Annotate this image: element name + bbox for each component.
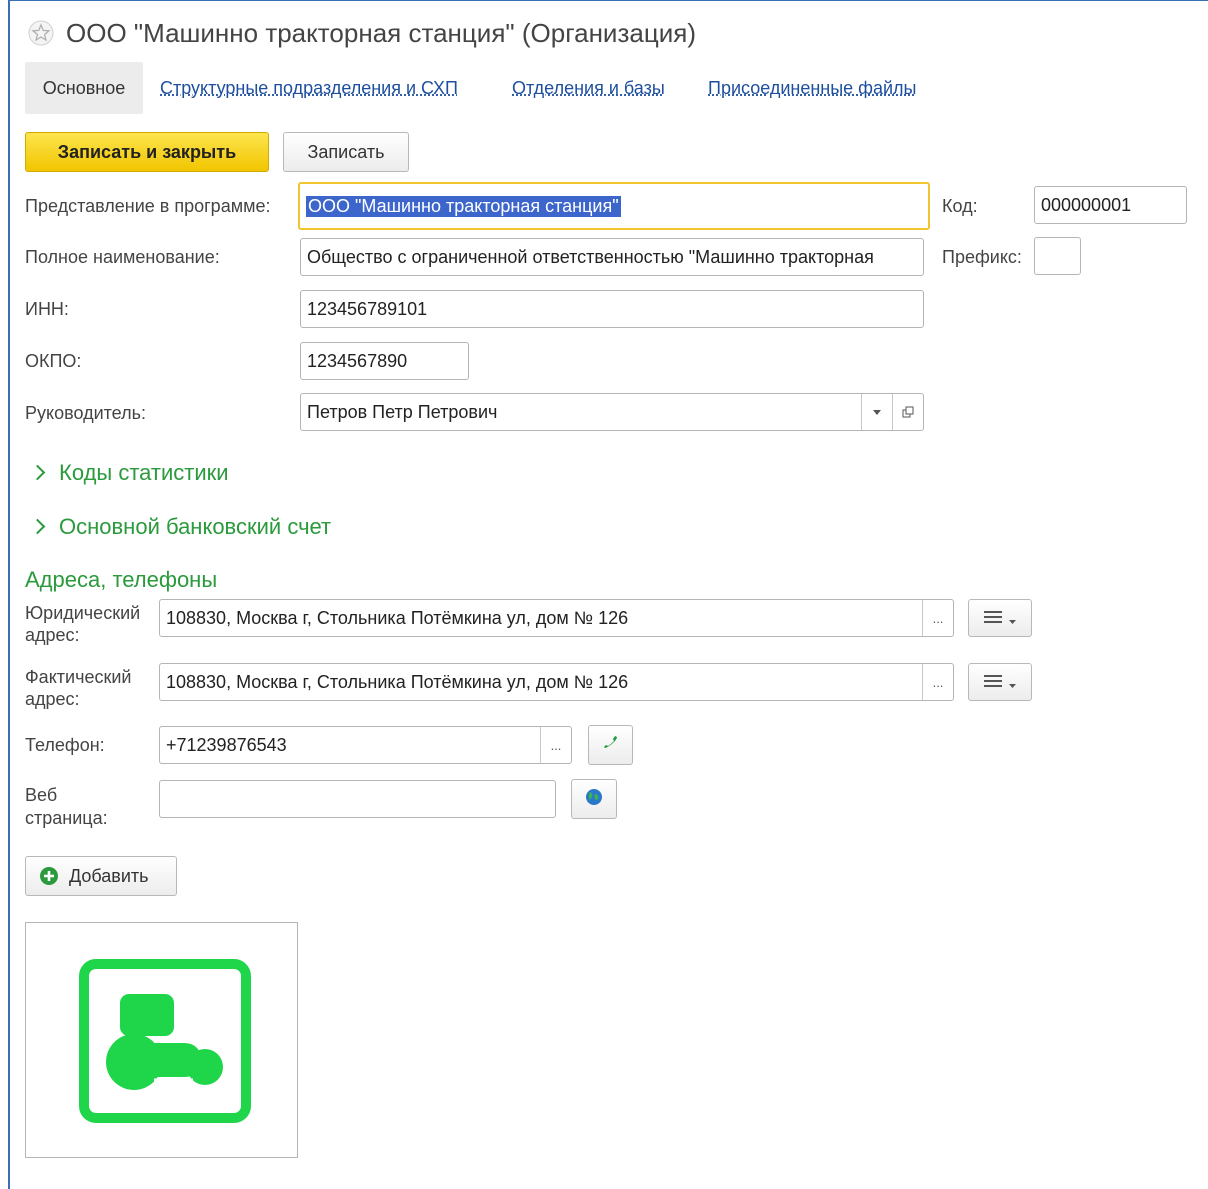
chevron-right-icon: [29, 464, 46, 481]
menu-lines-icon: [984, 608, 1002, 629]
full-name-input[interactable]: Общество с ограниченной ответственностью…: [300, 238, 924, 276]
prefix-input[interactable]: [1034, 237, 1081, 275]
inn-label: ИНН:: [25, 299, 69, 319]
tab-attached-files[interactable]: Присоединенные файлы: [708, 78, 917, 99]
save-button[interactable]: Записать: [283, 132, 409, 172]
stat-codes-title: Коды статистики: [59, 460, 229, 485]
window-frame-left: [8, 0, 10, 1189]
plus-circle-icon: [39, 866, 59, 886]
okpo-input[interactable]: 1234567890: [300, 342, 469, 380]
open-icon[interactable]: [892, 394, 923, 430]
code-label: Код:: [942, 196, 978, 216]
chevron-right-icon: [29, 518, 46, 535]
web-page-label-line1: Веб: [25, 785, 58, 805]
menu-lines-icon: [984, 672, 1002, 693]
window-frame-top: [8, 0, 1208, 1]
prefix-label: Префикс:: [942, 247, 1022, 267]
add-contact-button[interactable]: Добавить: [25, 856, 177, 896]
inn-input[interactable]: 123456789101: [300, 290, 924, 328]
favorite-star-icon[interactable]: [28, 20, 54, 46]
call-button[interactable]: [588, 725, 633, 765]
actual-address-label: Фактический адрес:: [25, 666, 131, 710]
save-and-close-button[interactable]: Записать и закрыть: [25, 132, 269, 172]
add-contact-label: Добавить: [69, 865, 149, 886]
stat-codes-section[interactable]: Коды статистики: [29, 460, 229, 486]
tab-departments[interactable]: Структурные подразделения и СХП: [160, 78, 458, 99]
phone-field[interactable]: +71239876543 ...: [159, 726, 572, 764]
tractor-logo: [79, 959, 251, 1123]
legal-address-ellipsis-button[interactable]: ...: [922, 600, 953, 636]
web-page-label: Веб страница:: [25, 784, 108, 830]
tab-main[interactable]: Основное: [25, 62, 143, 114]
legal-address-value: 108830, Москва г, Стольника Потёмкина ул…: [166, 607, 629, 628]
director-label: Руководитель:: [25, 403, 146, 423]
bank-account-section[interactable]: Основной банковский счет: [29, 514, 332, 540]
open-web-page-button[interactable]: [571, 779, 617, 819]
legal-address-label-line2: адрес:: [25, 625, 80, 645]
web-page-input[interactable]: [159, 780, 556, 818]
presentation-label: Представление в программе:: [25, 196, 271, 216]
legal-address-label: Юридический адрес:: [25, 602, 140, 646]
web-page-label-line2: страница:: [25, 808, 108, 828]
actual-address-label-line2: адрес:: [25, 689, 80, 709]
organization-logo-frame[interactable]: [25, 922, 298, 1158]
actual-address-menu-button[interactable]: [968, 663, 1032, 701]
phone-value: +71239876543: [166, 734, 287, 755]
actual-address-ellipsis-button[interactable]: ...: [922, 664, 953, 700]
actual-address-field[interactable]: 108830, Москва г, Стольника Потёмкина ул…: [159, 663, 954, 701]
dropdown-arrow-icon: [1009, 608, 1016, 629]
addresses-group-title: Адреса, телефоны: [25, 567, 218, 592]
code-input[interactable]: 000000001: [1034, 186, 1187, 224]
actual-address-value: 108830, Москва г, Стольника Потёмкина ул…: [166, 671, 629, 692]
dropdown-arrow-icon: [1009, 672, 1016, 693]
full-name-label: Полное наименование:: [25, 247, 220, 267]
director-value: Петров Петр Петрович: [307, 401, 498, 422]
actual-address-label-line1: Фактический: [25, 667, 132, 687]
phone-ellipsis-button[interactable]: ...: [540, 727, 571, 763]
tab-branches[interactable]: Отделения и базы: [512, 78, 665, 99]
okpo-label: ОКПО:: [25, 351, 82, 371]
legal-address-menu-button[interactable]: [968, 599, 1032, 637]
dropdown-arrow-icon[interactable]: [861, 394, 892, 430]
presentation-input[interactable]: ООО "Машинно тракторная станция": [298, 182, 930, 230]
legal-address-label-line1: Юридический: [25, 603, 141, 623]
director-field[interactable]: Петров Петр Петрович: [300, 393, 924, 431]
legal-address-field[interactable]: 108830, Москва г, Стольника Потёмкина ул…: [159, 599, 954, 637]
globe-icon: [585, 788, 603, 811]
bank-account-title: Основной банковский счет: [59, 514, 332, 539]
page-title: ООО "Машинно тракторная станция" (Органи…: [66, 18, 696, 48]
presentation-input-value: ООО "Машинно тракторная станция": [306, 195, 621, 217]
phone-label: Телефон:: [25, 735, 105, 755]
phone-icon: [602, 734, 620, 757]
